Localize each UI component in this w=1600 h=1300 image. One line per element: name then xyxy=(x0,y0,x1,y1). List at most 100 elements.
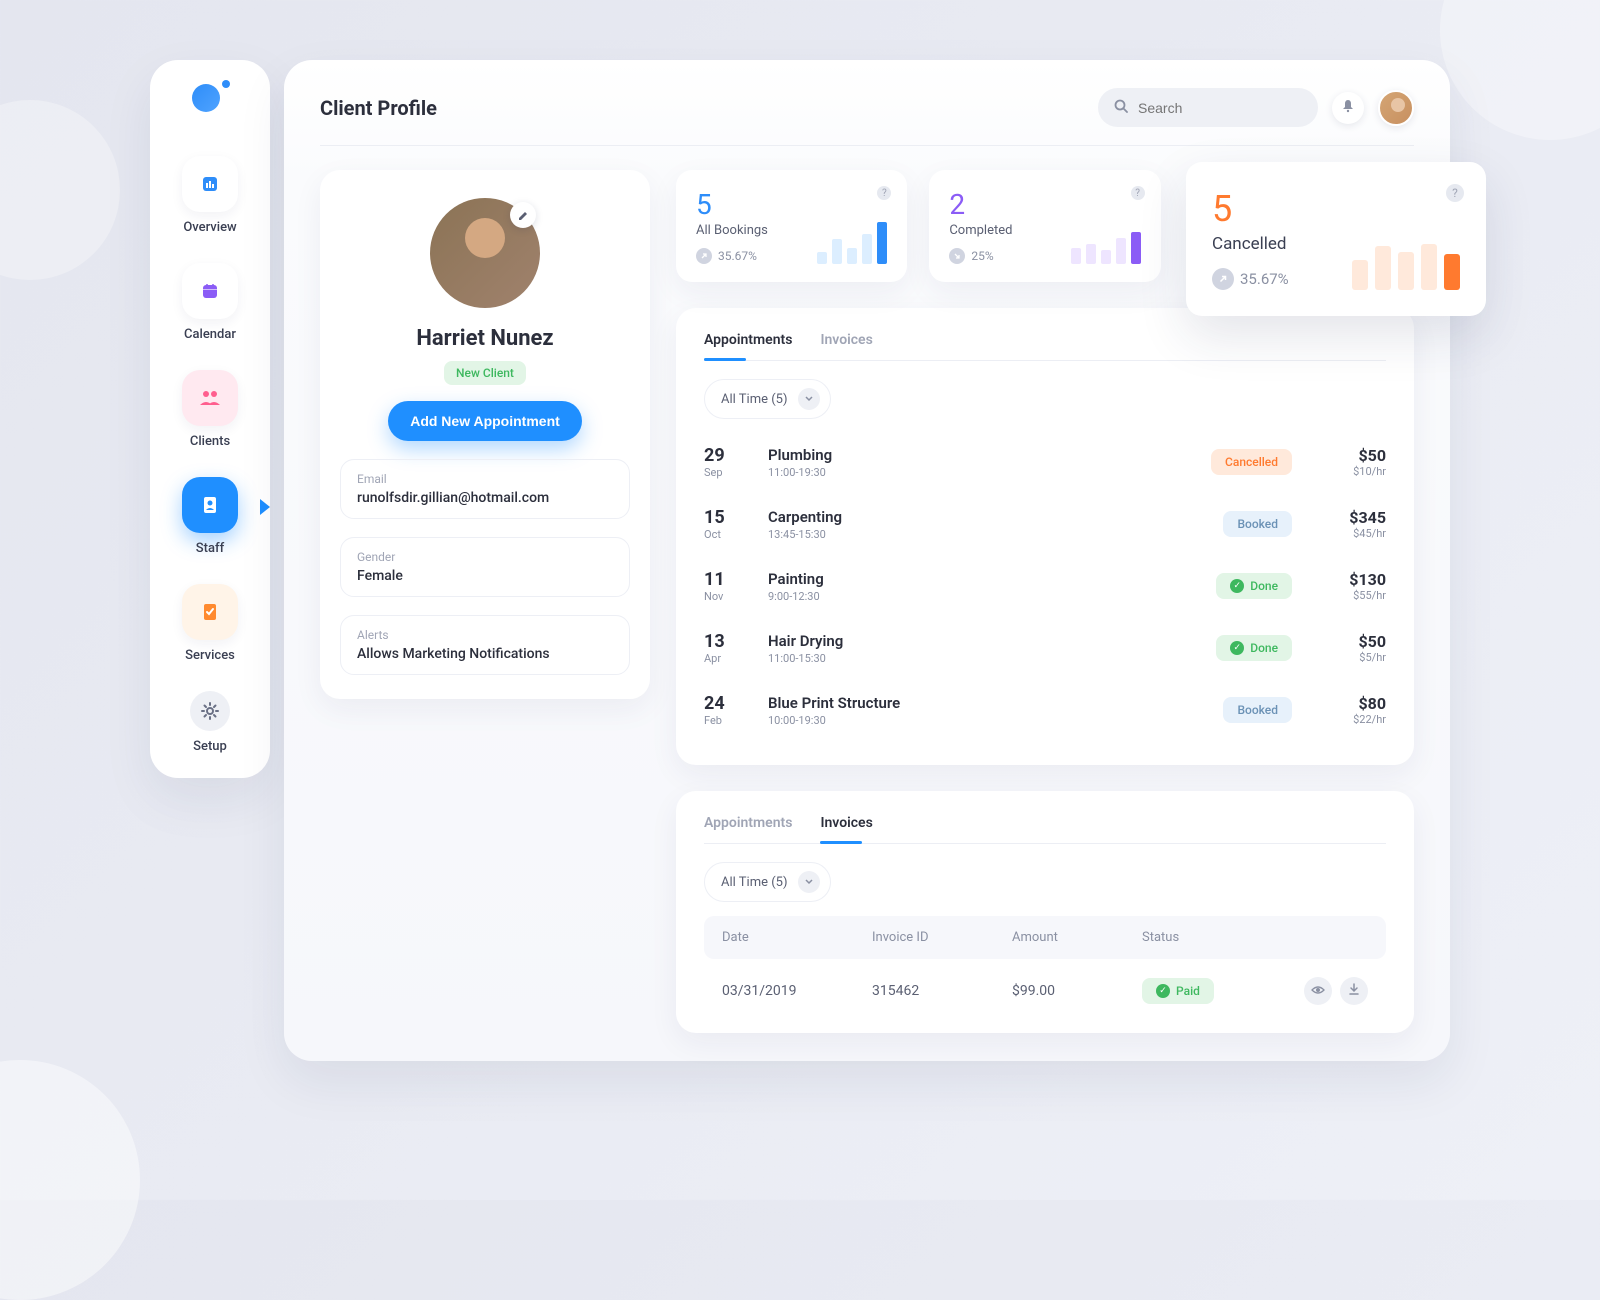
tab-invoices[interactable]: Invoices xyxy=(820,815,872,843)
edit-photo-button[interactable] xyxy=(510,202,536,228)
time-filter[interactable]: All Time (5) xyxy=(704,862,831,902)
col-amount: Amount xyxy=(1012,930,1142,945)
info-gender[interactable]: Gender Female xyxy=(340,537,630,597)
info-value: Allows Marketing Notifications xyxy=(357,646,613,662)
appointment-price: $130$55/hr xyxy=(1316,570,1386,602)
gear-icon xyxy=(198,699,222,723)
people-icon xyxy=(198,386,222,410)
sidebar-item-services[interactable]: Services xyxy=(162,584,258,663)
info-value: Female xyxy=(357,568,613,584)
download-invoice-button[interactable] xyxy=(1340,977,1368,1005)
appointment-info: Painting9:00-12:30 xyxy=(768,570,1192,603)
tab-appointments[interactable]: Appointments xyxy=(704,815,792,843)
download-icon xyxy=(1348,983,1360,999)
appointment-row[interactable]: 11Nov Painting9:00-12:30 ✓Done $130$55/hr xyxy=(704,555,1386,617)
appointment-row[interactable]: 15Oct Carpenting13:45-15:30 Booked $345$45/… xyxy=(704,493,1386,555)
user-avatar[interactable] xyxy=(1378,90,1414,126)
appointments-section: Appointments Invoices All Time (5) 29Sep… xyxy=(676,308,1414,765)
sidebar-item-label: Clients xyxy=(190,434,230,449)
search-input[interactable] xyxy=(1138,100,1302,116)
profile-card: Harriet Nunez New Client Add New Appoint… xyxy=(320,170,650,699)
check-icon: ✓ xyxy=(1230,641,1244,655)
stat-number: 2 xyxy=(949,188,1140,221)
search-box[interactable] xyxy=(1098,88,1318,127)
status-badge: Cancelled xyxy=(1211,449,1292,475)
mini-bar-chart xyxy=(1071,232,1141,264)
help-icon[interactable]: ? xyxy=(1446,184,1464,202)
sidebar-item-label: Setup xyxy=(193,739,227,754)
header: Client Profile xyxy=(320,88,1414,146)
col-invoice-id: Invoice ID xyxy=(872,930,1012,945)
appointments-tabs: Appointments Invoices xyxy=(704,332,1386,361)
info-label: Alerts xyxy=(357,628,613,642)
check-icon: ✓ xyxy=(1230,579,1244,593)
sidebar-item-setup[interactable]: Setup xyxy=(162,691,258,754)
appointment-date: 29Sep xyxy=(704,445,744,479)
appointment-info: Plumbing11:00-19:30 xyxy=(768,446,1187,479)
invoice-status: ✓Paid xyxy=(1142,978,1304,1004)
arrow-down-icon xyxy=(949,248,965,264)
appointment-list: 29Sep Plumbing11:00-19:30 Cancelled $50$10/… xyxy=(704,431,1386,741)
info-label: Email xyxy=(357,472,613,486)
page-title: Client Profile xyxy=(320,96,437,120)
help-icon[interactable]: ? xyxy=(1131,186,1145,200)
sidebar-item-label: Overview xyxy=(183,220,236,235)
appointment-date: 15Oct xyxy=(704,507,744,541)
appointment-info: Carpenting13:45-15:30 xyxy=(768,508,1199,541)
chevron-down-icon xyxy=(798,388,820,410)
invoices-tabs: Appointments Invoices xyxy=(704,815,1386,844)
appointment-date: 11Nov xyxy=(704,569,744,603)
stat-card-completed[interactable]: ? 2 Completed 25% xyxy=(929,170,1160,282)
main-content: Client Profile xyxy=(284,60,1450,1061)
col-date: Date xyxy=(722,930,872,945)
sidebar-item-overview[interactable]: Overview xyxy=(162,156,258,235)
info-value: runolfsdir.gillian@hotmail.com xyxy=(357,490,613,506)
info-email[interactable]: Email runolfsdir.gillian@hotmail.com xyxy=(340,459,630,519)
appointment-price: $50$5/hr xyxy=(1316,632,1386,664)
table-header: Date Invoice ID Amount Status xyxy=(704,916,1386,959)
stat-card-cancelled[interactable]: ? 5 Cancelled 35.67% xyxy=(1186,162,1486,316)
stat-card-bookings[interactable]: ? 5 All Bookings 35.67% xyxy=(676,170,907,282)
sidebar-item-label: Services xyxy=(185,648,235,663)
tab-appointments[interactable]: Appointments xyxy=(704,332,792,360)
sidebar-item-label: Calendar xyxy=(184,327,236,342)
filter-label: All Time (5) xyxy=(721,875,788,890)
appointment-row[interactable]: 13Apr Hair Drying11:00-15:30 ✓Done $50$5/hr xyxy=(704,617,1386,679)
sidebar-item-staff[interactable]: Staff xyxy=(162,477,258,556)
appointment-info: Hair Drying11:00-15:30 xyxy=(768,632,1192,665)
status-badge: Booked xyxy=(1223,511,1292,537)
client-badge: New Client xyxy=(444,361,526,385)
appointment-date: 13Apr xyxy=(704,631,744,665)
appointment-row[interactable]: 24FebBlue Print Structure10:00-19:30Book… xyxy=(704,679,1386,741)
time-filter[interactable]: All Time (5) xyxy=(704,379,831,419)
id-badge-icon xyxy=(198,493,222,517)
help-icon[interactable]: ? xyxy=(877,186,891,200)
appointment-price: $345$45/hr xyxy=(1316,508,1386,540)
tab-invoices[interactable]: Invoices xyxy=(820,332,872,360)
mini-bar-chart xyxy=(817,222,887,264)
stat-number: 5 xyxy=(696,188,887,221)
sidebar-item-label: Staff xyxy=(196,541,224,556)
info-alerts[interactable]: Alerts Allows Marketing Notifications xyxy=(340,615,630,675)
appointment-price: $80$22/hr xyxy=(1316,694,1386,726)
notifications-button[interactable] xyxy=(1332,92,1364,124)
app-logo xyxy=(192,84,228,120)
add-appointment-button[interactable]: Add New Appointment xyxy=(388,401,582,441)
appointment-row[interactable]: 29Sep Plumbing11:00-19:30 Cancelled $50$10/… xyxy=(704,431,1386,493)
view-invoice-button[interactable] xyxy=(1304,977,1332,1005)
sidebar-item-calendar[interactable]: Calendar xyxy=(162,263,258,342)
appointment-price: $50$10/hr xyxy=(1316,446,1386,478)
invoices-table: Date Invoice ID Amount Status 03/31/2019… xyxy=(704,916,1386,1009)
calendar-icon xyxy=(198,279,222,303)
chart-bar-icon xyxy=(198,172,222,196)
invoice-row[interactable]: 03/31/2019315462$99.00✓Paid xyxy=(704,959,1386,1009)
mini-bar-chart xyxy=(1352,244,1460,290)
invoice-id: 315462 xyxy=(872,983,1012,999)
sidebar-item-clients[interactable]: Clients xyxy=(162,370,258,449)
status-badge: ✓Done xyxy=(1216,573,1292,599)
clipboard-check-icon xyxy=(198,600,222,624)
appointment-info: Blue Print Structure10:00-19:30 xyxy=(768,694,1199,727)
status-badge: ✓Done xyxy=(1216,635,1292,661)
invoice-date: 03/31/2019 xyxy=(722,983,872,999)
bell-icon xyxy=(1341,98,1355,117)
